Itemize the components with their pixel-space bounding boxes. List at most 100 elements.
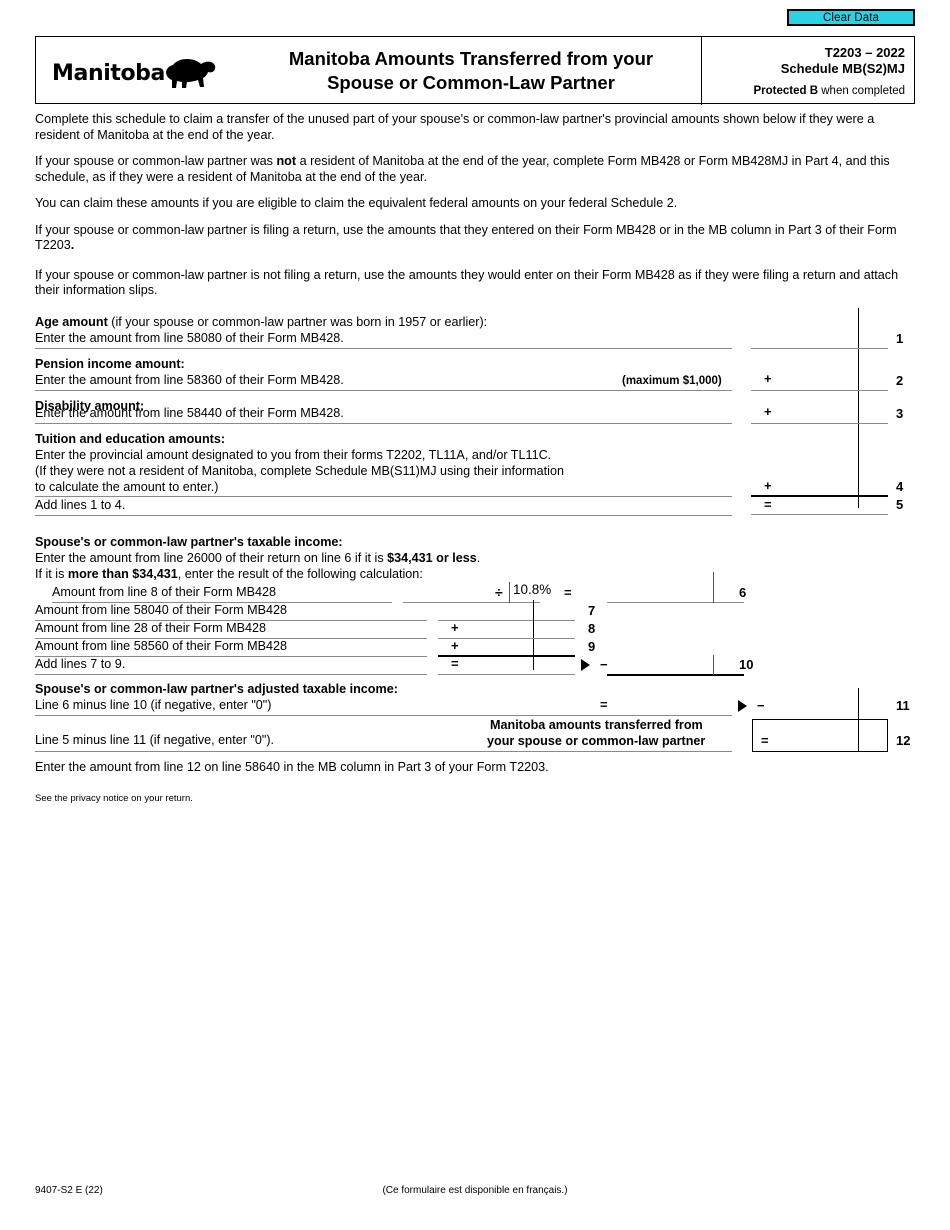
form-title-line2: Spouse or Common-Law Partner: [327, 72, 615, 93]
line-number-5: 5: [896, 497, 904, 512]
form-meta: T2203 – 2022 Schedule MB(S2)MJ Protected…: [710, 45, 906, 99]
total-line5-field-rule: [751, 514, 888, 515]
row6-equals-operator: =: [564, 585, 572, 600]
row7-text: Amount from line 58040 of their Form MB4…: [35, 603, 287, 617]
pension-heading: Pension income amount:: [35, 357, 185, 371]
form-header: Manitoba Manitoba Amounts Transferred fr…: [35, 36, 915, 105]
pension-text: Enter the amount from line 58360 of thei…: [35, 373, 344, 387]
disability-field-rule: [751, 423, 888, 424]
cents-divider-upper: [858, 308, 860, 508]
line-number-9: 9: [588, 639, 596, 654]
row12-label-line2: your spouse or common-law partner: [487, 734, 706, 748]
form-title-line1: Manitoba Amounts Transferred from your: [288, 48, 654, 69]
tuition-heading: Tuition and education amounts:: [35, 432, 226, 446]
tuition-text-3: to calculate the amount to enter.): [35, 480, 219, 494]
tuition-text-2: (If they were not a resident of Manitoba…: [35, 464, 564, 478]
row8-operator: +: [451, 620, 459, 635]
disability-text: Enter the amount from line 58440 of thei…: [35, 406, 344, 420]
row12-label-rule: [35, 751, 732, 752]
pension-maximum-note: (maximum $1,000): [622, 375, 722, 387]
clear-data-button-wrap: Clear Data: [787, 9, 915, 26]
ti1a: Enter the amount from line 26000 of thei…: [35, 551, 388, 565]
line-number-4: 4: [896, 479, 904, 494]
tuition-operator: +: [764, 478, 772, 493]
line-number-7: 7: [588, 603, 596, 618]
form-title: Manitoba Amounts Transferred from your S…: [221, 47, 721, 95]
intro-block: Complete this schedule to claim a transf…: [35, 112, 915, 310]
line-number-1: 1: [896, 331, 904, 346]
row10-label-rule: [35, 674, 427, 675]
line-number-6: 6: [739, 585, 747, 600]
row10-text: Add lines 7 to 9.: [35, 657, 126, 671]
row6-rate-value: 10.8%: [513, 582, 552, 597]
row6-field-a-rule: [403, 602, 540, 603]
row12-operator: =: [761, 733, 769, 748]
add-lines-1-4-operator: =: [764, 497, 772, 512]
row11-operator: =: [600, 697, 608, 712]
form-code: T2203 – 2022: [824, 45, 905, 60]
manitoba-wordmark: Manitoba: [52, 61, 165, 86]
pension-rule: [35, 390, 732, 391]
intro-paragraph-3: You can claim these amounts if you are e…: [35, 196, 678, 210]
age-amount-field-rule: [751, 348, 888, 349]
age-amount-heading: Age amount (if your spouse or common-law…: [35, 315, 488, 329]
row12-text: Line 5 minus line 11 (if negative, enter…: [35, 733, 275, 747]
closing-instruction: Enter the amount from line 12 on line 58…: [35, 760, 549, 774]
line-number-11: 11: [896, 698, 910, 713]
row10-minus-operator: −: [600, 657, 608, 672]
add-lines-1-4-rule: [35, 515, 732, 516]
intro-p2-not: not: [276, 154, 297, 168]
row9-text: Amount from line 58560 of their Form MB4…: [35, 639, 287, 653]
clear-data-button[interactable]: Clear Data: [787, 9, 915, 26]
taxable-income-text-2: If it is more than $34,431, enter the re…: [35, 567, 423, 582]
tuition-rule: [35, 496, 732, 497]
ti2c: , enter the result of the following calc…: [177, 567, 423, 581]
intro-p4-b: .: [70, 238, 75, 252]
row11-minus-operator: −: [757, 698, 765, 713]
row12-cents-divider: [858, 720, 860, 751]
pension-operator: +: [764, 371, 772, 386]
intro-paragraph-2: If your spouse or common-law partner was…: [35, 154, 915, 185]
ti1b: $34,431 or less: [387, 551, 477, 565]
row6-result-divider: [713, 572, 714, 603]
row6-text: Amount from line 8 of their Form MB428: [52, 585, 276, 599]
row10-result-divider: [713, 655, 714, 675]
row10-field-rule: [438, 674, 575, 675]
add-lines-1-4-text: Add lines 1 to 4.: [35, 498, 126, 512]
privacy-notice: See the privacy notice on your return.: [35, 793, 193, 804]
intro-paragraph-5: If your spouse or common-law partner is …: [35, 267, 899, 298]
row9-operator: +: [451, 638, 459, 653]
ti1c: .: [476, 551, 481, 565]
disability-operator: +: [764, 404, 772, 419]
row6-field-a-divider: [509, 582, 510, 603]
bison-icon: [160, 57, 218, 96]
form-page: Clear Data Manitoba Manitoba Amounts Tra…: [0, 0, 950, 1230]
row11-carry-arrow-icon: [738, 700, 747, 712]
footer-french-note: (Ce formulaire est disponible en françai…: [382, 1185, 568, 1196]
intro-p2-a: If your spouse or common-law partner was: [35, 154, 277, 168]
ti2a: If it is: [35, 567, 68, 581]
row6-result-rule: [607, 602, 744, 603]
manitoba-logo: Manitoba: [52, 57, 227, 91]
intro-paragraph-1: Complete this schedule to claim a transf…: [35, 112, 875, 142]
row10-result-rule: [607, 674, 744, 676]
protected-rest: when completed: [818, 85, 905, 97]
intro-paragraph-4: If your spouse or common-law partner is …: [35, 223, 915, 254]
schedule-code: Schedule MB(S2)MJ: [780, 61, 905, 76]
age-amount-rule: [35, 348, 732, 349]
disability-rule: [35, 423, 732, 424]
row8-text: Amount from line 28 of their Form MB428: [35, 621, 266, 635]
pension-field-rule: [751, 390, 888, 391]
taxable-income-heading: Spouse's or common-law partner's taxable…: [35, 535, 343, 549]
tuition-text-1: Enter the provincial amount designated t…: [35, 448, 552, 462]
row12-result-box[interactable]: [752, 719, 888, 752]
line-number-3: 3: [896, 406, 904, 421]
cents-divider-line11: [858, 688, 860, 721]
adjusted-income-heading: Spouse's or common-law partner's adjuste…: [35, 682, 398, 696]
line-number-2: 2: [896, 373, 904, 388]
taxable-income-text-1: Enter the amount from line 26000 of thei…: [35, 551, 480, 566]
line-number-12: 12: [896, 733, 911, 748]
protected-status: Protected B when completed: [710, 84, 906, 99]
line-number-10: 10: [739, 657, 754, 672]
line-number-8: 8: [588, 621, 596, 636]
